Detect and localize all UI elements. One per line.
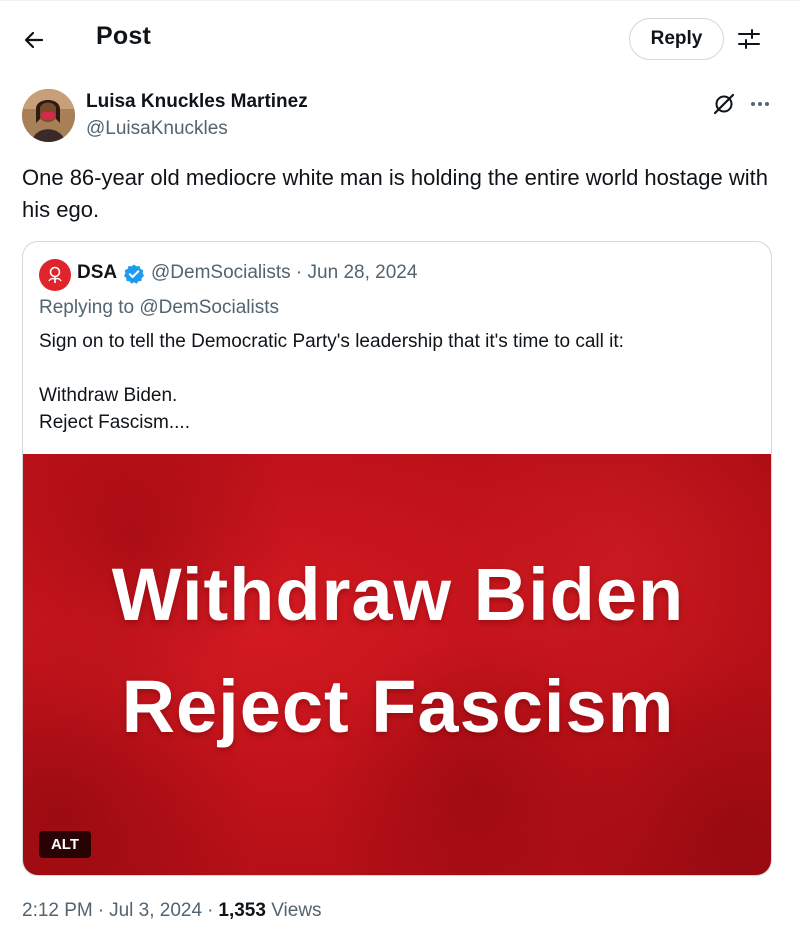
post-metadata: 2:12 PM · Jul 3, 2024 · 1,353 Views xyxy=(22,900,322,921)
author-name[interactable]: Luisa Knuckles Martinez xyxy=(86,91,308,113)
quoted-text-line: Reject Fascism.... xyxy=(39,412,190,433)
avatar[interactable] xyxy=(22,89,75,142)
quoted-text: Sign on to tell the Democratic Party's l… xyxy=(39,328,759,436)
grok-icon xyxy=(713,93,735,115)
verified-badge-icon xyxy=(124,264,144,284)
more-button[interactable] xyxy=(744,88,776,120)
more-dots-icon xyxy=(751,102,769,106)
views-label: Views xyxy=(271,900,322,921)
views-count: 1,353 xyxy=(218,900,266,921)
media-headline: Withdraw Biden xyxy=(111,553,685,636)
sliders-icon xyxy=(738,29,760,49)
quoted-handle-date[interactable]: @DemSocialists · Jun 28, 2024 xyxy=(151,262,417,284)
post-time[interactable]: 2:12 PM xyxy=(22,900,93,921)
quoted-avatar[interactable] xyxy=(39,259,71,291)
quoted-media-image[interactable]: Withdraw Biden Reject Fascism ALT xyxy=(23,454,771,875)
avatar-image xyxy=(22,89,75,142)
arrow-left-icon xyxy=(24,31,44,49)
quoted-author-name[interactable]: DSA xyxy=(77,262,117,284)
filter-button[interactable] xyxy=(730,20,768,58)
reply-button[interactable]: Reply xyxy=(629,18,724,60)
quoted-text-line: Withdraw Biden. xyxy=(39,385,178,406)
post-date[interactable]: Jul 3, 2024 xyxy=(109,900,202,921)
grok-button[interactable] xyxy=(708,88,740,120)
quoted-text-line: Sign on to tell the Democratic Party's l… xyxy=(39,331,624,352)
replying-to: Replying to @DemSocialists xyxy=(39,297,279,318)
author-handle[interactable]: @LuisaKnuckles xyxy=(86,118,228,140)
media-subheadline: Reject Fascism xyxy=(121,665,675,748)
quoted-post[interactable]: DSA @DemSocialists · Jun 28, 2024 Replyi… xyxy=(22,241,772,876)
post-header: Post Reply xyxy=(0,0,800,78)
dsa-rose-icon xyxy=(48,266,62,283)
page-title: Post xyxy=(96,22,151,50)
alt-text-button[interactable]: ALT xyxy=(39,831,91,858)
post-text: One 86-year old mediocre white man is ho… xyxy=(22,165,768,222)
back-button[interactable] xyxy=(14,20,54,60)
